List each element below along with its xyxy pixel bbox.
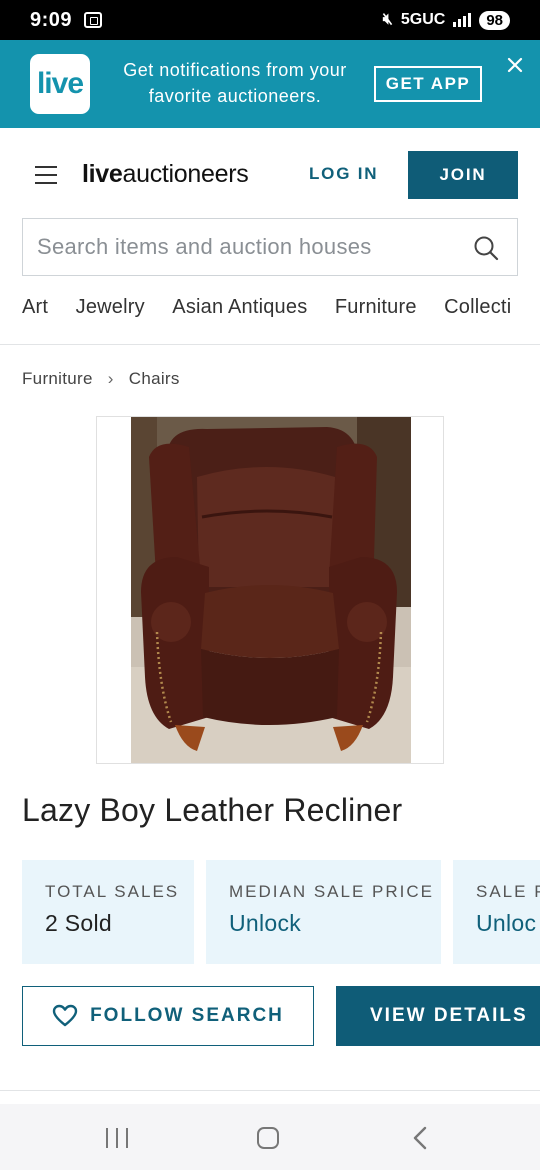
category-furniture[interactable]: Furniture [335,296,417,319]
breadcrumb-chairs[interactable]: Chairs [129,369,180,388]
stat-total-sales: TOTAL SALES 2 Sold [22,860,194,964]
system-nav-bar [0,1104,540,1170]
home-icon[interactable] [257,1127,279,1149]
stat-median-sale-price[interactable]: MEDIAN SALE PRICE Unlock [206,860,441,964]
unlock-link[interactable]: Unlock [229,910,441,937]
search-placeholder: Search items and auction houses [37,234,372,259]
category-asian-antiques[interactable]: Asian Antiques [172,296,307,319]
view-details-button[interactable]: VIEW DETAILS [336,986,540,1046]
network-label: 5GUC [400,11,446,28]
site-logo[interactable]: liveauctioneers [82,160,249,189]
back-icon[interactable] [411,1126,429,1150]
breadcrumb-furniture[interactable]: Furniture [22,369,93,388]
breadcrumb: Furniture › Chairs [22,369,180,389]
live-app-logo: live [30,54,90,114]
status-bar: 9:09 🔇︎ 5GUC 98 [0,0,540,40]
logo-light: auctioneers [122,160,249,188]
login-link[interactable]: LOG IN [309,164,378,184]
nav-divider [0,344,540,345]
site-header: liveauctioneers LOG IN JOIN [0,128,540,220]
app-download-banner: live Get notifications from your favorit… [0,40,540,128]
category-art[interactable]: Art [22,296,48,319]
get-app-button[interactable]: GET APP [374,66,482,102]
close-icon[interactable] [502,52,528,78]
item-title: Lazy Boy Leather Recliner [22,792,403,828]
screenshot-icon [84,12,103,28]
category-nav: Art Jewelry Asian Antiques Furniture Col… [22,296,540,326]
heart-icon [52,1004,78,1027]
stat-label: TOTAL SALES [45,882,180,901]
menu-icon[interactable] [35,166,57,184]
search-icon[interactable] [473,235,499,261]
unlock-link[interactable]: Unloc [476,910,540,937]
item-image[interactable] [96,416,444,764]
stats-row: TOTAL SALES 2 Sold MEDIAN SALE PRICE Unl… [22,860,540,964]
recliner-chair-image [131,417,411,763]
category-collectibles[interactable]: Collecti [444,296,511,319]
chevron-right-icon: › [107,369,114,388]
status-indicators: 🔇︎ 5GUC 98 [382,10,510,30]
join-button[interactable]: JOIN [408,151,518,199]
status-time: 9:09 [30,8,73,31]
follow-search-label: FOLLOW SEARCH [90,1005,284,1026]
signal-icon [453,13,472,27]
recent-apps-icon[interactable] [106,1128,128,1148]
battery-indicator: 98 [479,10,510,30]
banner-message: Get notifications from your favorite auc… [123,60,347,106]
bottom-divider [0,1090,540,1091]
logo-bold: live [82,160,123,188]
stat-label: MEDIAN SALE PRICE [229,882,434,901]
stat-sale-price[interactable]: SALE P Unloc [453,860,540,964]
search-input[interactable]: Search items and auction houses [22,218,518,276]
stat-label: SALE P [476,882,540,901]
category-jewelry[interactable]: Jewelry [76,296,145,319]
mute-icon: 🔇︎ [382,11,393,28]
follow-search-button[interactable]: FOLLOW SEARCH [22,986,314,1046]
stat-value: 2 Sold [45,910,113,936]
